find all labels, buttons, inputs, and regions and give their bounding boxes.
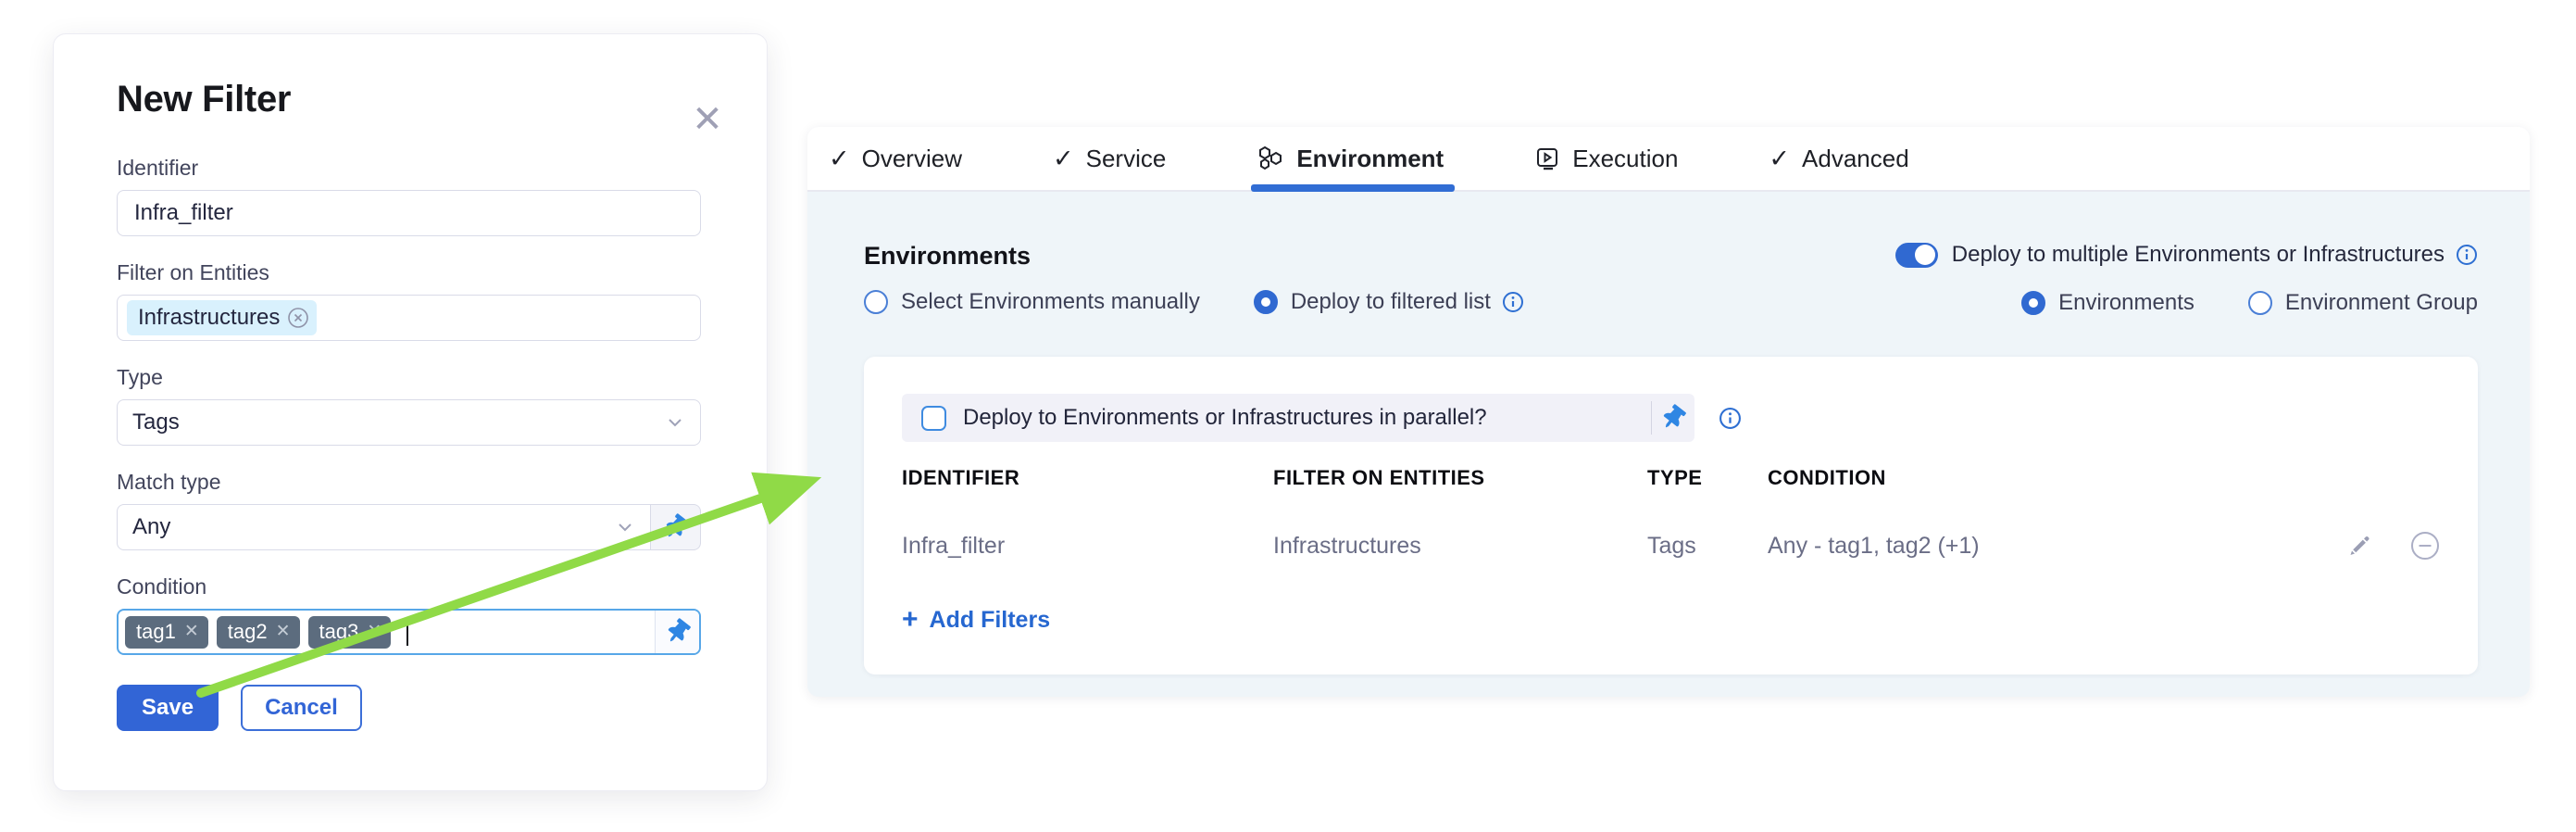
identifier-field-group: Identifier Infra_filter (117, 156, 700, 236)
condition-tag-chip: tag1 ✕ (125, 616, 208, 649)
active-tab-underline (1251, 184, 1455, 192)
match-type-field-group: Match type Any (117, 470, 700, 550)
tab-label: Overview (862, 145, 962, 173)
radio-label: Deploy to filtered list (1291, 289, 1491, 315)
radio-environments[interactable] (2021, 291, 2045, 315)
text-cursor (406, 618, 408, 646)
radio-label: Select Environments manually (901, 289, 1200, 315)
tab-advanced[interactable]: ✓ Advanced (1769, 127, 1908, 190)
type-value: Tags (132, 410, 180, 435)
parallel-deploy-checkbox[interactable] (921, 406, 946, 431)
type-label: Type (117, 365, 700, 390)
chevron-down-icon (615, 517, 635, 537)
stage-tabbar: ✓ Overview ✓ Service Environment (807, 127, 2530, 192)
table-header-row: IDENTIFIER FILTER ON ENTITIES TYPE CONDI… (902, 466, 2441, 490)
tag-chip-label: tag2 (228, 620, 268, 644)
condition-tag-chip: tag2 ✕ (217, 616, 300, 649)
add-filters-button[interactable]: + Add Filters (902, 606, 1050, 634)
column-header-identifier: IDENTIFIER (902, 466, 1273, 490)
tag-chip-label: tag3 (319, 620, 359, 644)
edit-pencil-icon[interactable] (2346, 533, 2372, 559)
condition-tag-chip: tag3 ✕ (308, 616, 392, 649)
tab-execution[interactable]: Execution (1534, 127, 1678, 190)
environment-hexagons-icon (1257, 145, 1284, 172)
parallel-deploy-label: Deploy to Environments or Infrastructure… (963, 405, 1651, 431)
column-header-type: TYPE (1647, 466, 1768, 490)
radio-environment-group[interactable] (2248, 291, 2272, 315)
identifier-label: Identifier (117, 156, 700, 181)
screen: ✕ New Filter Identifier Infra_filter Fil… (0, 0, 2576, 832)
remove-minus-circle-icon[interactable] (2409, 530, 2441, 561)
entities-chip: Infrastructures (127, 300, 317, 335)
radio-label: Environment Group (2285, 290, 2478, 316)
info-icon[interactable] (1719, 407, 1742, 430)
chip-remove-icon[interactable]: ✕ (367, 621, 381, 642)
cell-condition: Any - tag1, tag2 (+1) (1768, 533, 2302, 560)
info-icon[interactable] (1502, 291, 1524, 313)
condition-label: Condition (117, 574, 700, 599)
pin-icon[interactable] (651, 504, 701, 550)
condition-input[interactable]: tag1 ✕ tag2 ✕ tag3 ✕ (117, 609, 701, 655)
type-field-group: Type Tags (117, 365, 700, 446)
toggle-label: Deploy to multiple Environments or Infra… (1952, 242, 2445, 268)
chip-remove-icon[interactable]: ✕ (184, 621, 199, 642)
pin-icon[interactable] (1651, 401, 1694, 435)
entities-field-group: Filter on Entities Infrastructures (117, 260, 700, 341)
save-button[interactable]: Save (117, 685, 219, 731)
tab-label: Execution (1572, 145, 1678, 173)
radio-label: Environments (2058, 290, 2195, 316)
close-icon[interactable]: ✕ (689, 101, 726, 138)
condition-field-group: Condition tag1 ✕ tag2 ✕ tag3 ✕ (117, 574, 700, 655)
execution-play-icon (1534, 145, 1560, 171)
table-row: Infra_filter Infrastructures Tags Any - … (902, 530, 2441, 561)
modal-title: New Filter (117, 79, 700, 120)
plus-icon: + (902, 606, 919, 634)
check-icon: ✓ (829, 146, 850, 171)
deploy-multiple-toggle[interactable] (1895, 243, 1938, 268)
tab-label: Advanced (1802, 145, 1909, 173)
entities-input[interactable]: Infrastructures (117, 295, 701, 341)
tag-chip-label: tag1 (136, 620, 176, 644)
identifier-value: Infra_filter (134, 200, 233, 226)
entities-label: Filter on Entities (117, 260, 700, 285)
chip-remove-icon[interactable] (287, 307, 309, 329)
chevron-down-icon (665, 412, 685, 433)
pipeline-stage-panel: ✓ Overview ✓ Service Environment (807, 127, 2530, 697)
cell-identifier: Infra_filter (902, 533, 1273, 560)
tab-service[interactable]: ✓ Service (1053, 127, 1166, 190)
new-filter-modal: ✕ New Filter Identifier Infra_filter Fil… (53, 33, 768, 791)
environment-tab-content: Environments Select Environments manuall… (807, 192, 2530, 674)
check-icon: ✓ (1769, 146, 1790, 171)
identifier-input[interactable]: Infra_filter (117, 190, 701, 236)
toggle-knob (1915, 245, 1935, 265)
match-type-value: Any (132, 514, 170, 540)
tab-overview[interactable]: ✓ Overview (829, 127, 962, 190)
cell-filter-on-entities: Infrastructures (1273, 533, 1647, 560)
filters-table: IDENTIFIER FILTER ON ENTITIES TYPE CONDI… (902, 466, 2441, 561)
radio-select-environments-manually[interactable] (864, 290, 888, 314)
cancel-button[interactable]: Cancel (241, 685, 362, 731)
tab-environment[interactable]: Environment (1257, 127, 1444, 190)
check-icon: ✓ (1053, 146, 1074, 171)
filters-card: Deploy to Environments or Infrastructure… (864, 357, 2478, 674)
add-filters-label: Add Filters (930, 607, 1051, 634)
column-header-condition: CONDITION (1768, 466, 2302, 490)
radio-deploy-to-filtered-list[interactable] (1254, 290, 1278, 314)
type-select[interactable]: Tags (117, 399, 701, 446)
cell-type: Tags (1647, 533, 1768, 560)
column-header-filter-on-entities: FILTER ON ENTITIES (1273, 466, 1647, 490)
match-type-label: Match type (117, 470, 700, 495)
match-type-select[interactable]: Any (117, 504, 651, 550)
tab-label: Environment (1296, 145, 1444, 173)
info-icon[interactable] (2456, 244, 2478, 266)
environments-heading: Environments (864, 242, 1524, 271)
tab-label: Service (1086, 145, 1167, 173)
parallel-deploy-bar: Deploy to Environments or Infrastructure… (902, 394, 1694, 442)
pin-icon[interactable] (655, 611, 699, 653)
entities-chip-label: Infrastructures (138, 305, 280, 331)
chip-remove-icon[interactable]: ✕ (276, 621, 291, 642)
